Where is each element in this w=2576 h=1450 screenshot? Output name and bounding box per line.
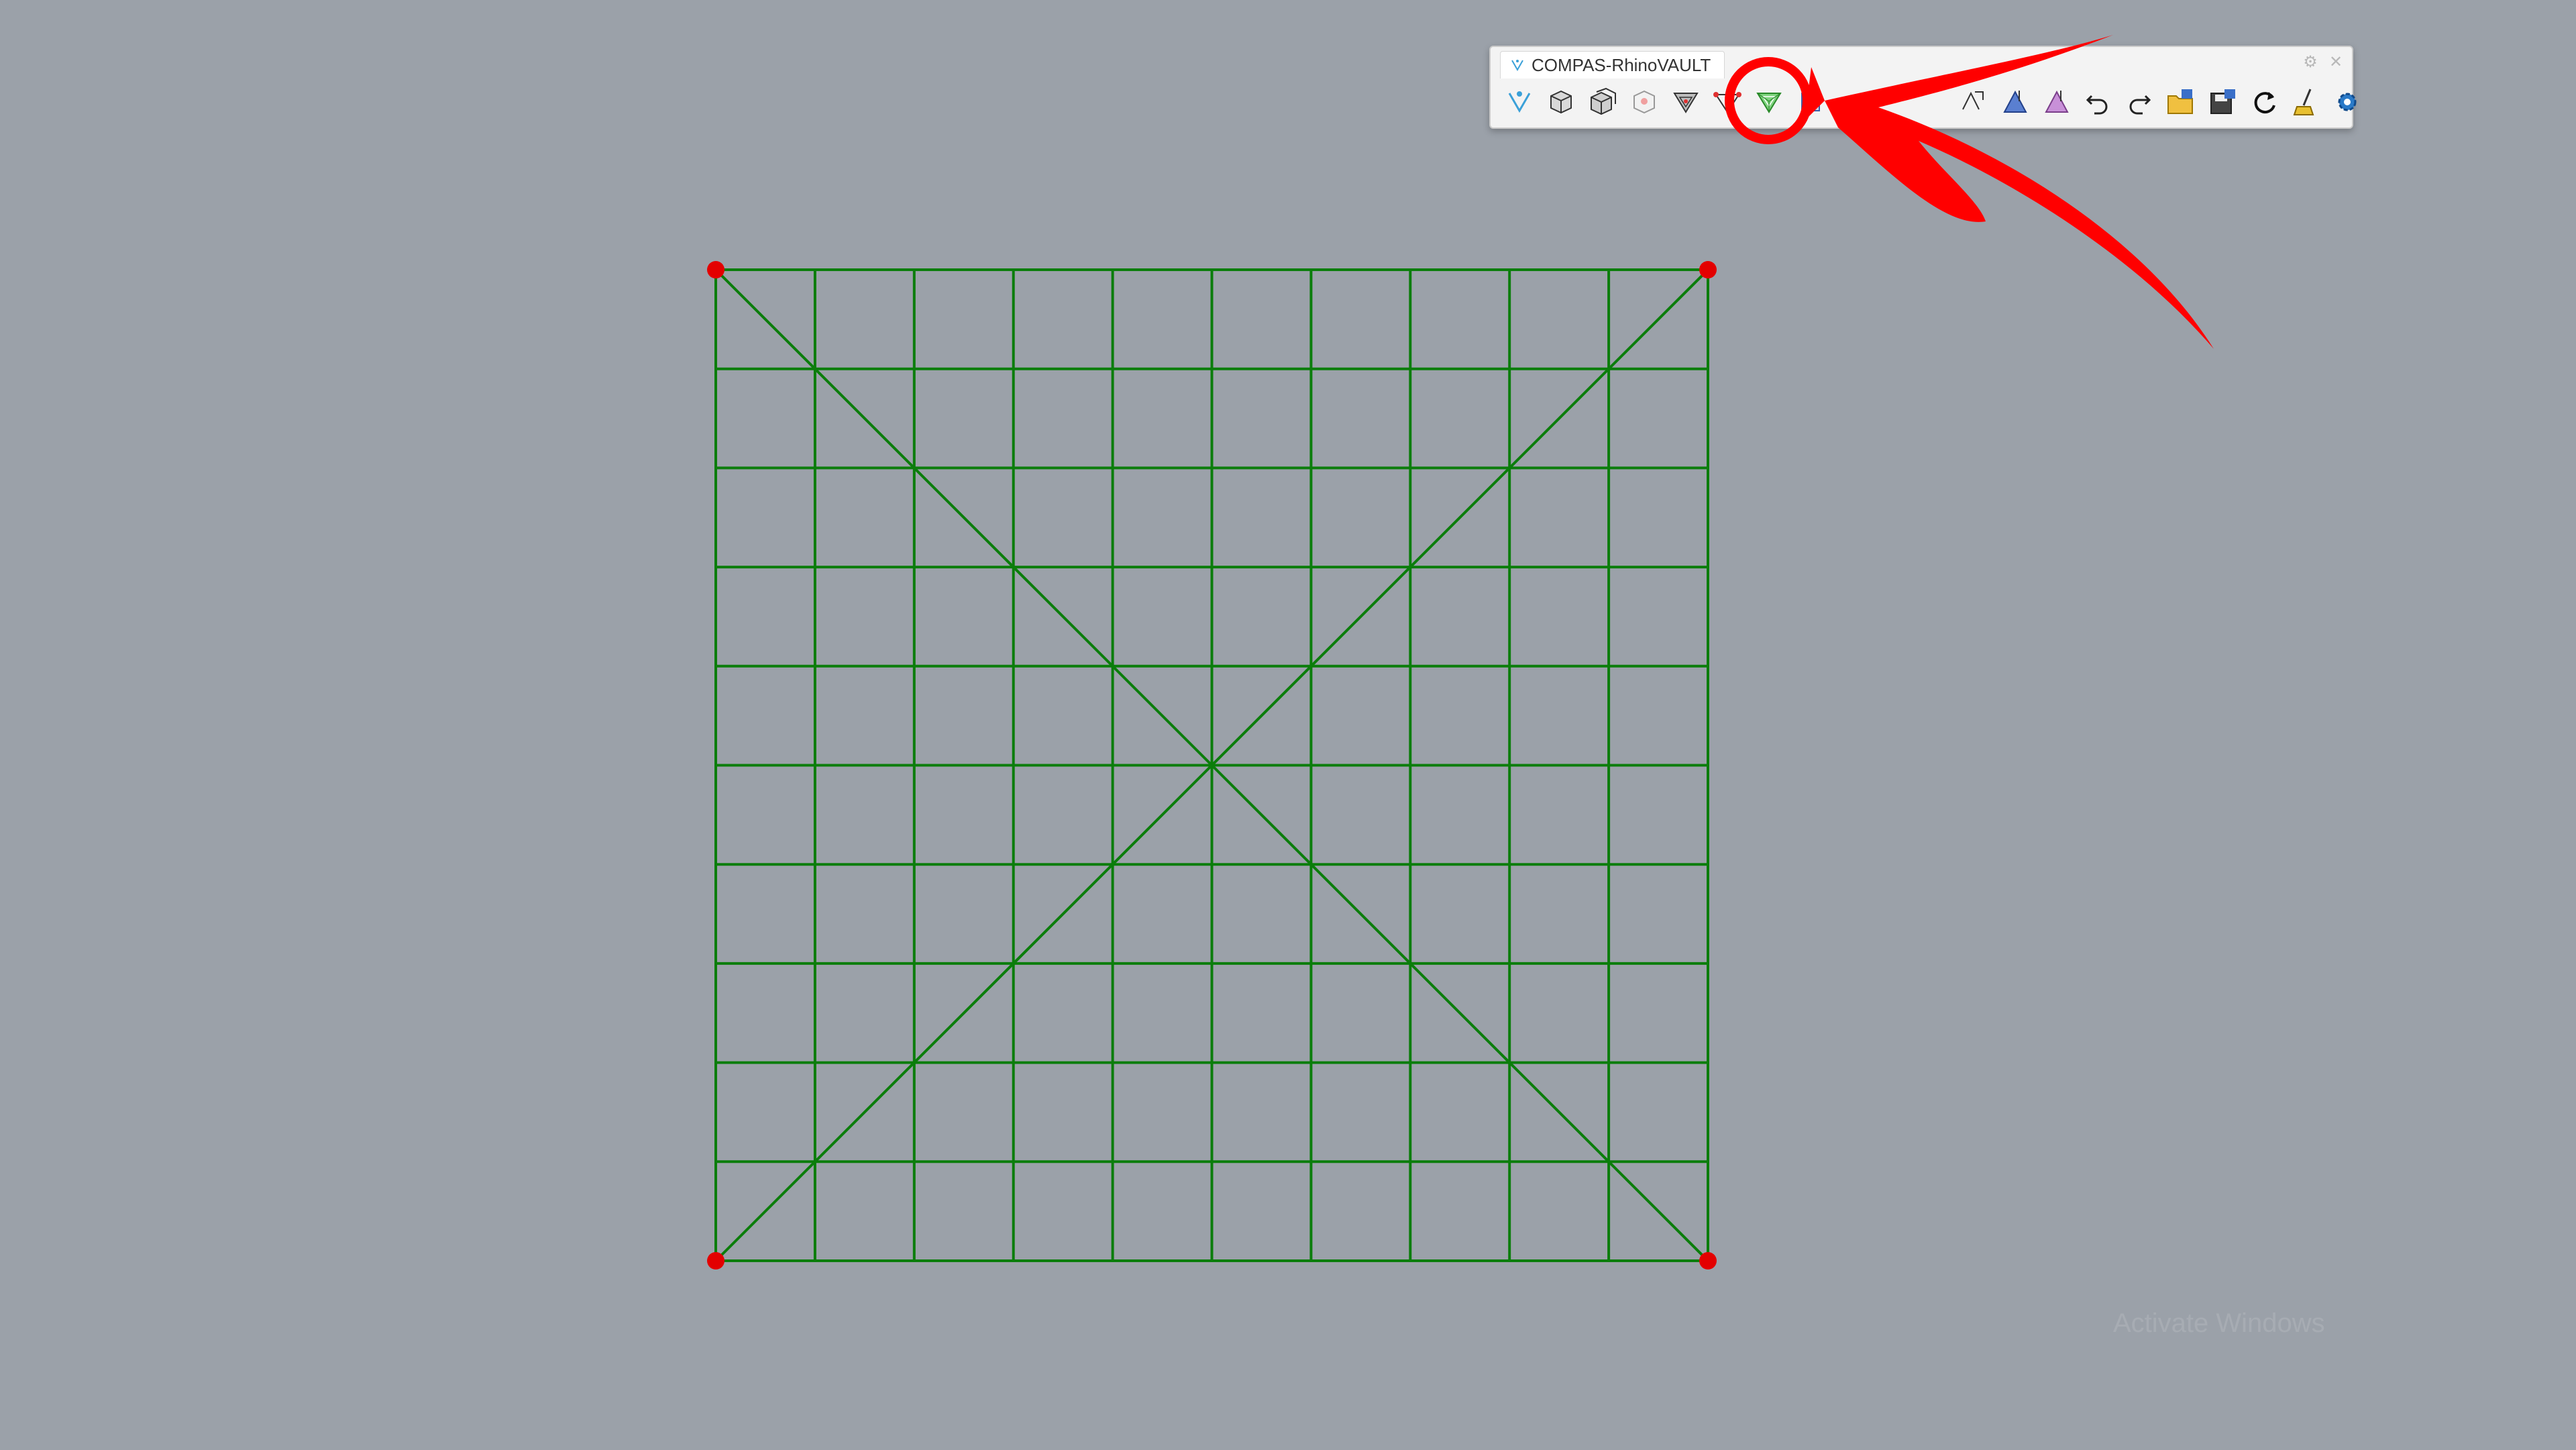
modify-form-button[interactable] — [1952, 82, 1994, 122]
modify-thrust-button[interactable] — [2035, 82, 2077, 122]
settings-gear-button[interactable] — [2326, 82, 2368, 122]
open-file-button[interactable] — [2160, 82, 2202, 122]
modify-form-icon — [1962, 91, 1984, 110]
form-diagram-icon — [1673, 93, 1699, 113]
boundary-button[interactable] — [1623, 82, 1665, 122]
modify-thrust-icon — [2045, 90, 2069, 113]
support-vertex[interactable] — [1699, 1252, 1717, 1270]
toolbar-tab[interactable]: COMPAS-RhinoVAULT — [1500, 51, 1725, 79]
pattern-box-button[interactable] — [1540, 82, 1582, 122]
support-vertex[interactable] — [707, 1252, 724, 1270]
support-vertex[interactable] — [1699, 261, 1717, 278]
pattern-boxes-icon — [1591, 87, 1616, 115]
force-diagram-icon — [1801, 93, 1820, 111]
reload-icon — [2254, 92, 2275, 114]
open-file-icon — [2167, 89, 2193, 114]
clean-button[interactable] — [2285, 82, 2326, 122]
rv-init-icon — [1508, 91, 1531, 113]
pattern-boxes-button[interactable] — [1582, 82, 1623, 122]
form-diagram-button[interactable] — [1665, 82, 1707, 122]
toolbar-settings-icon[interactable]: ⚙ — [2302, 54, 2318, 70]
redo-icon — [2129, 95, 2151, 115]
toolbar-close-icon[interactable]: ✕ — [2328, 54, 2344, 70]
boundary-icon — [1633, 90, 1655, 114]
form-green-icon — [1756, 93, 1782, 113]
save-file-icon — [2210, 89, 2235, 114]
reload-button[interactable] — [2243, 82, 2285, 122]
toolbar-title: COMPAS-RhinoVAULT — [1532, 54, 1711, 75]
hidden-buttons-gap — [1831, 82, 1952, 122]
save-file-button[interactable] — [2202, 82, 2243, 122]
supports-button[interactable] — [1707, 82, 1748, 122]
rhinovault-logo-icon — [1511, 60, 1523, 72]
rhino-viewport[interactable]: Activate Windows COMPAS-RhinoVAULT ⚙ ✕ — [0, 0, 2576, 1450]
toolbar-controls: ⚙ ✕ — [2302, 54, 2344, 70]
supports-icon — [1713, 92, 1741, 113]
clean-icon — [2293, 89, 2314, 115]
activate-windows-watermark: Activate Windows — [2113, 1308, 2325, 1338]
settings-gear-icon — [2338, 93, 2357, 111]
undo-icon — [2086, 95, 2108, 115]
modify-force-icon — [2003, 90, 2027, 113]
pattern-box-icon — [1550, 90, 1572, 114]
compas-rhinovault-toolbar: COMPAS-RhinoVAULT ⚙ ✕ — [1489, 46, 2357, 129]
redo-button[interactable] — [2118, 82, 2160, 122]
modify-force-button[interactable] — [1994, 82, 2035, 122]
undo-button[interactable] — [2077, 82, 2118, 122]
support-vertex[interactable] — [707, 261, 724, 278]
toolbar-buttons — [1499, 82, 2368, 122]
form-green-button[interactable] — [1748, 82, 1790, 122]
form-diagram-mesh[interactable] — [0, 0, 2576, 1450]
rv-init-button[interactable] — [1499, 82, 1540, 122]
force-diagram-button[interactable] — [1790, 82, 1831, 122]
mesh-edges — [714, 268, 1709, 1262]
